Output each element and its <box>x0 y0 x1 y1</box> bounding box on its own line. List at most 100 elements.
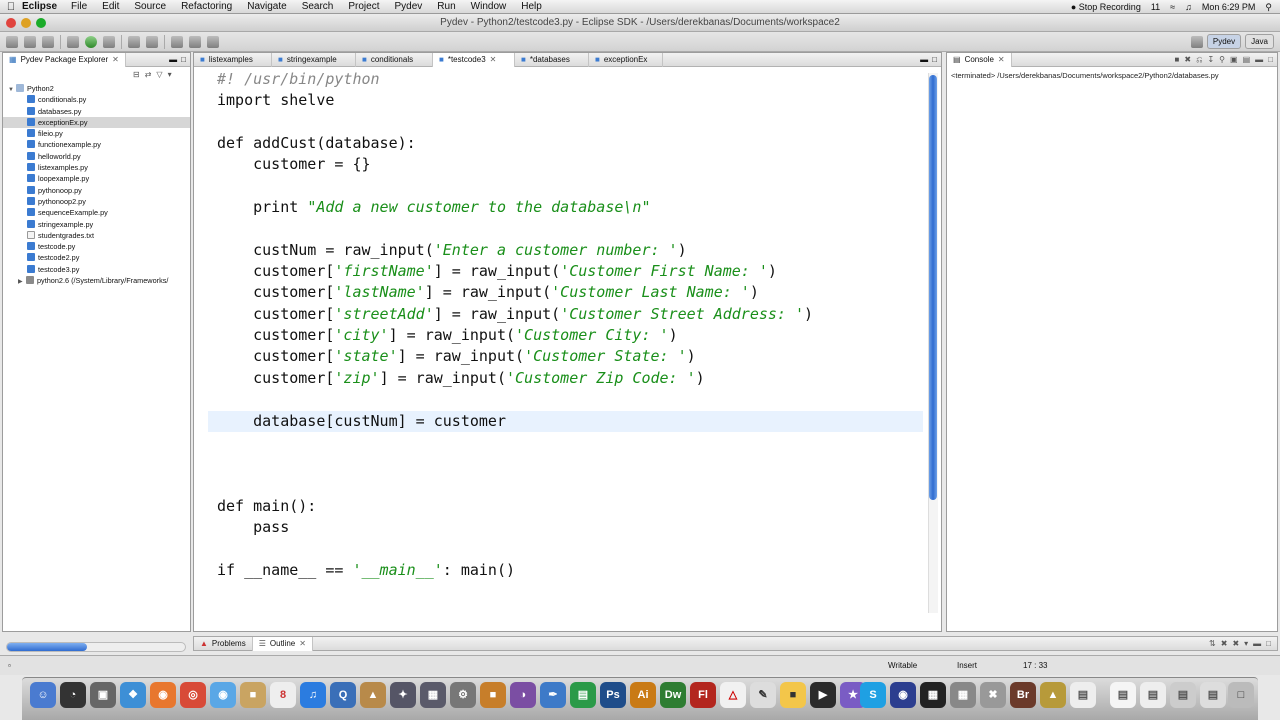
tree-file[interactable]: pythonoop2.py <box>3 196 190 207</box>
record-icon[interactable]: ● Stop Recording <box>1071 2 1141 12</box>
minimize-icon[interactable]: ▬ <box>169 55 177 64</box>
next-annotation-icon[interactable] <box>171 35 183 48</box>
system-preferences-icon[interactable]: ⚙ <box>450 682 476 708</box>
open-type-icon[interactable] <box>128 35 140 48</box>
numbers-icon[interactable]: ▤ <box>570 682 596 708</box>
collapsed-arrow-icon[interactable]: ▶ <box>18 277 26 288</box>
tree-project-python2[interactable]: ▼ Python2 <box>3 83 190 94</box>
spotlight-icon[interactable]: ⚲ <box>1265 2 1272 13</box>
menu-help[interactable]: Help <box>521 1 542 12</box>
tab-testcode3[interactable]: ■ *testcode3 ✕ <box>433 52 515 67</box>
tab-listexamples[interactable]: ■ listexamples <box>194 52 272 67</box>
safari-icon[interactable]: ❖ <box>120 682 146 708</box>
xcode-icon[interactable]: ✦ <box>390 682 416 708</box>
contacts-icon[interactable]: ■ <box>240 682 266 708</box>
menu-window[interactable]: Window <box>471 1 507 12</box>
tree-file[interactable]: databases.py <box>3 106 190 117</box>
filter-icon[interactable]: ▽ <box>156 70 162 79</box>
debug-icon[interactable] <box>67 35 79 48</box>
close-icon[interactable]: ✕ <box>112 55 119 64</box>
tree-file[interactable]: helloworld.py <box>3 151 190 162</box>
stack-icon[interactable]: ▤ <box>1110 682 1136 708</box>
dreamweaver-icon[interactable]: Dw <box>660 682 686 708</box>
finder-icon[interactable]: ☺ <box>30 682 56 708</box>
clock[interactable]: Mon 6:29 PM <box>1202 2 1256 12</box>
mission-control-icon[interactable]: ▣ <box>90 682 116 708</box>
link-with-editor-icon[interactable]: ⇄ <box>145 70 152 79</box>
terminate-icon[interactable]: ■ <box>1175 55 1180 65</box>
menu-source[interactable]: Source <box>134 1 166 12</box>
apple-icon[interactable]:  <box>0 1 22 13</box>
quicktime-icon[interactable]: Q <box>330 682 356 708</box>
menu-pydev[interactable]: Pydev <box>395 1 423 12</box>
tab-outline[interactable]: ☰ Outline ✕ <box>252 636 313 651</box>
applications-icon[interactable]: ▤ <box>1200 682 1226 708</box>
save-icon[interactable] <box>24 35 36 48</box>
itunes-icon[interactable]: ♫ <box>300 682 326 708</box>
menu-navigate[interactable]: Navigate <box>247 1 286 12</box>
view-menu-icon[interactable]: ▾ <box>1244 639 1248 648</box>
fast-view-icon[interactable]: ▫ <box>8 661 11 670</box>
collapse-all-icon[interactable]: ⊟ <box>133 70 140 79</box>
minimize-icon[interactable]: ▬ <box>1253 639 1261 648</box>
tree-file[interactable]: listexamples.py <box>3 162 190 173</box>
menu-project[interactable]: Project <box>348 1 379 12</box>
minimize-icon[interactable]: ▬ <box>1255 55 1263 65</box>
maximize-icon[interactable]: □ <box>1268 55 1273 65</box>
maximize-icon[interactable]: □ <box>932 55 937 64</box>
facetime-icon[interactable]: ◉ <box>210 682 236 708</box>
tree-file[interactable]: testcode.py <box>3 241 190 252</box>
document-icon[interactable]: ▤ <box>1070 682 1096 708</box>
pen-tool-icon[interactable]: ✒ <box>540 682 566 708</box>
close-icon[interactable]: ✕ <box>299 639 306 648</box>
search-icon[interactable] <box>146 35 158 48</box>
archive-icon[interactable]: ■ <box>480 682 506 708</box>
tree-file[interactable]: testcode2.py <box>3 252 190 263</box>
tab-databases[interactable]: ■ *databases <box>515 52 589 67</box>
volume-icon[interactable]: ♫ <box>1185 2 1192 12</box>
downloads-icon[interactable]: ▤ <box>1140 682 1166 708</box>
tab-conditionals[interactable]: ■ conditionals <box>356 52 433 67</box>
chrome-icon[interactable]: ◎ <box>180 682 206 708</box>
iphoto-icon[interactable]: ▲ <box>360 682 386 708</box>
utilities-icon[interactable]: ▲ <box>1040 682 1066 708</box>
remove-launch-icon[interactable]: ✖ <box>1184 55 1191 65</box>
close-icon[interactable]: ✕ <box>998 55 1005 64</box>
firefox-icon[interactable]: ◉ <box>150 682 176 708</box>
flash-icon[interactable]: Fl <box>690 682 716 708</box>
close-tab-icon[interactable]: ✕ <box>490 55 497 64</box>
tab-package-explorer[interactable]: ▦ Pydev Package Explorer ✕ <box>3 52 126 67</box>
calculator-icon[interactable]: ▦ <box>950 682 976 708</box>
code-editor[interactable]: #! /usr/bin/python import shelve def add… <box>208 69 923 581</box>
tree-file[interactable]: testcode3.py <box>3 264 190 275</box>
tab-problems[interactable]: ▲ Problems <box>194 636 253 651</box>
tree-file[interactable]: functionexample.py <box>3 139 190 150</box>
back-icon[interactable] <box>189 35 201 48</box>
open-perspective-icon[interactable] <box>1190 35 1203 48</box>
hide-fields-icon[interactable]: ✖ <box>1221 639 1228 648</box>
textedit-icon[interactable]: ✎ <box>750 682 776 708</box>
new-icon[interactable] <box>6 35 18 48</box>
explorer-scroll-thumb[interactable] <box>7 643 87 651</box>
illustrator-icon[interactable]: Ai <box>630 682 656 708</box>
tree-file[interactable]: fileio.py <box>3 128 190 139</box>
maximize-icon[interactable]: □ <box>1266 639 1271 648</box>
wifi-icon[interactable]: ≈ <box>1170 2 1175 12</box>
forward-icon[interactable] <box>207 35 219 48</box>
menu-search[interactable]: Search <box>302 1 334 12</box>
minimize-icon[interactable]: ▬ <box>920 55 928 64</box>
editor-scroll-thumb[interactable] <box>929 75 937 500</box>
menu-refactoring[interactable]: Refactoring <box>181 1 232 12</box>
tree-file[interactable]: studentgrades.txt <box>3 230 190 241</box>
scroll-lock-icon[interactable]: ↧ <box>1207 55 1214 65</box>
tab-console[interactable]: ▤ Console ✕ <box>947 52 1012 67</box>
menu-edit[interactable]: Edit <box>102 1 119 12</box>
folder-icon[interactable]: ▤ <box>1170 682 1196 708</box>
tree-file[interactable]: conditionals.py <box>3 94 190 105</box>
grapher-icon[interactable]: ✖ <box>980 682 1006 708</box>
acrobat-icon[interactable]: △ <box>720 682 746 708</box>
tab-stringexample[interactable]: ■ stringexample <box>272 52 356 67</box>
skype-icon[interactable]: S <box>860 682 886 708</box>
final-cut-icon[interactable]: ▶ <box>810 682 836 708</box>
open-console-icon[interactable]: ▤ <box>1243 55 1251 65</box>
